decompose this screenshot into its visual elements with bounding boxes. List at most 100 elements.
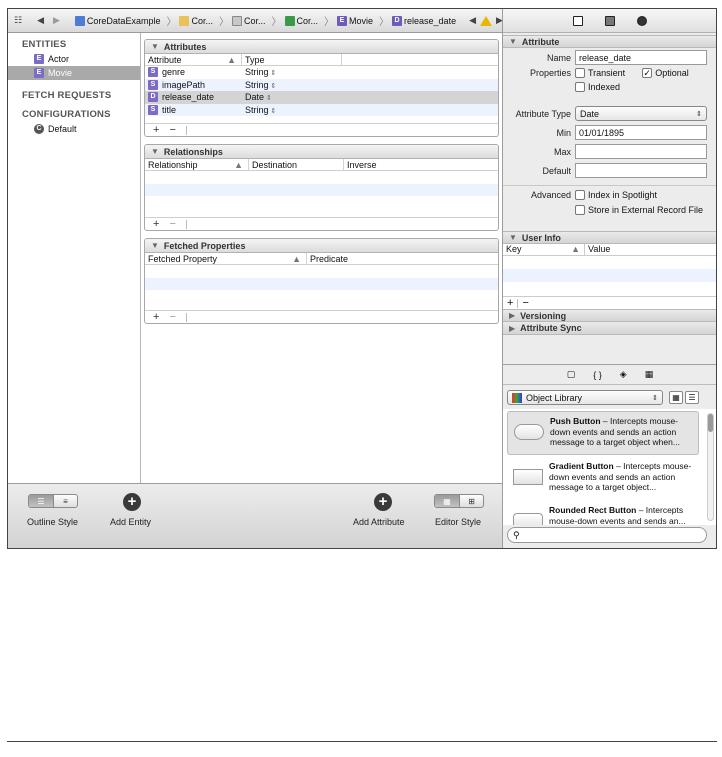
default-label: Default — [542, 165, 571, 176]
library-item-rounded-rect-button[interactable]: Rounded Rect Button – Intercepts mouse-d… — [507, 501, 699, 525]
item-title: Rounded Rect Button — [549, 505, 637, 515]
column-label: Key — [506, 244, 522, 254]
quick-help-icon[interactable] — [604, 15, 615, 26]
attribute-type[interactable]: String — [245, 80, 269, 90]
file-template-library-icon[interactable]: ▢ — [567, 369, 576, 380]
column-fetched-property[interactable]: Fetched Property ▲ — [145, 253, 307, 264]
list-view-button[interactable]: ☰ — [685, 391, 699, 404]
remove-relationship-button[interactable]: − — [169, 218, 175, 230]
library-type-popup[interactable]: Object Library ⇕ — [507, 390, 663, 405]
add-attribute-button[interactable]: + — [374, 493, 392, 511]
fetched-properties-header[interactable]: ▼ Fetched Properties — [145, 239, 498, 253]
panel-title: Fetched Properties — [163, 240, 246, 251]
disclosure-triangle-icon[interactable]: ▼ — [509, 233, 517, 242]
attribute-sync-section-header[interactable]: ▶ Attribute Sync — [503, 322, 716, 335]
add-fetched-property-button[interactable]: + — [153, 311, 159, 323]
table-row[interactable]: Sgenre String ⇕ — [145, 66, 498, 79]
library-item-push-button[interactable]: Push Button – Intercepts mouse-down even… — [507, 411, 699, 455]
table-row[interactable]: SimagePath String ⇕ — [145, 78, 498, 91]
entities-header: ENTITIES — [22, 39, 67, 50]
disclosure-triangle-icon[interactable]: ▼ — [509, 37, 517, 46]
column-inverse[interactable]: Inverse — [344, 159, 498, 170]
crumb-attribute[interactable]: Drelease_date — [392, 15, 456, 26]
data-model-inspector-icon[interactable] — [636, 15, 647, 26]
sidebar-item-actor[interactable]: E Actor — [8, 52, 140, 66]
library-search-field[interactable]: ⚲ — [507, 527, 707, 543]
remove-attribute-button[interactable]: − — [169, 124, 175, 136]
column-key[interactable]: Key ▲ — [503, 244, 585, 255]
optional-checkbox[interactable]: ✓ — [642, 68, 653, 78]
table-style-button[interactable]: ☰ — [29, 495, 53, 507]
forward-button[interactable]: ▶ — [53, 15, 60, 26]
sidebar-item-movie[interactable]: E Movie — [8, 66, 140, 80]
add-attribute-small-button[interactable]: + — [153, 124, 159, 136]
crumb-folder[interactable]: Cor... — [179, 15, 213, 26]
column-type[interactable]: Type — [242, 54, 342, 65]
column-destination[interactable]: Destination — [249, 159, 344, 170]
attribute-type[interactable]: String — [245, 67, 269, 77]
sort-ascending-icon: ▲ — [234, 159, 243, 170]
name-field[interactable]: release_date — [575, 50, 707, 65]
scrollbar-thumb[interactable] — [708, 414, 713, 432]
indexed-checkbox[interactable] — [575, 82, 585, 92]
file-inspector-icon[interactable] — [572, 15, 583, 26]
attribute-type[interactable]: Date — [245, 92, 264, 102]
transient-checkbox[interactable] — [575, 68, 585, 78]
add-entity-button[interactable]: + — [123, 493, 141, 511]
disclosure-triangle-icon[interactable]: ▼ — [151, 42, 159, 51]
column-filler — [342, 54, 498, 65]
index-spotlight-checkbox[interactable] — [575, 190, 585, 200]
crumb-entity[interactable]: E Movie — [337, 15, 373, 26]
min-field[interactable]: 01/01/1895 — [575, 125, 707, 140]
external-record-checkbox[interactable] — [575, 205, 585, 215]
add-user-info-button[interactable]: + — [507, 297, 513, 309]
previous-issue-button[interactable]: ◀ — [469, 15, 476, 26]
add-relationship-button[interactable]: + — [153, 218, 159, 230]
table-row[interactable]: Drelease_date Date ⇕ — [145, 91, 498, 104]
graph-editor-button[interactable]: ⊞ — [459, 495, 483, 507]
crumb-model[interactable]: Cor... — [284, 15, 318, 26]
column-value[interactable]: Value — [585, 244, 610, 255]
user-info-section-header[interactable]: ▼ User Info — [503, 231, 716, 244]
remove-fetched-property-button[interactable]: − — [169, 311, 175, 323]
versioning-section-header[interactable]: ▶ Versioning — [503, 309, 716, 322]
column-predicate[interactable]: Predicate — [307, 253, 498, 264]
default-field[interactable] — [575, 163, 707, 178]
max-field[interactable] — [575, 144, 707, 159]
object-library-icon[interactable]: ◈ — [620, 369, 627, 380]
icon-view-button[interactable]: ▦ — [669, 391, 683, 404]
editor-style-control: ▦ ⊞ — [434, 494, 484, 508]
back-button[interactable]: ◀ — [37, 15, 44, 26]
table-editor-button[interactable]: ▦ — [435, 495, 459, 507]
disclosure-triangle-icon[interactable]: ▼ — [151, 147, 159, 156]
crumb-project[interactable]: CoreDataExample — [74, 15, 160, 26]
attributes-header[interactable]: ▼ Attributes — [145, 40, 498, 54]
library-scrollbar[interactable] — [707, 413, 714, 521]
empty-row — [145, 290, 498, 303]
folder-icon — [179, 15, 190, 26]
column-attribute[interactable]: Attribute ▲ — [145, 54, 242, 65]
column-label: Inverse — [347, 159, 377, 170]
attribute-type-popup[interactable]: Date ⇕ — [575, 106, 707, 121]
table-row[interactable]: Stitle String ⇕ — [145, 103, 498, 116]
xcode-window: ☷ ◀ ▶ CoreDataExample 〉 Cor... 〉 Cor... … — [7, 8, 717, 549]
column-relationship[interactable]: Relationship ▲ — [145, 159, 249, 170]
relationships-header[interactable]: ▼ Relationships — [145, 145, 498, 159]
media-library-icon[interactable]: ▦ — [645, 369, 654, 380]
sidebar-item-default[interactable]: C Default — [8, 122, 140, 136]
remove-user-info-button[interactable]: − — [522, 297, 528, 309]
code-snippet-library-icon[interactable]: { } — [593, 370, 602, 380]
library-item-gradient-button[interactable]: Gradient Button – Intercepts mouse-down … — [507, 457, 699, 501]
warning-icon[interactable] — [480, 15, 492, 26]
disclosure-triangle-collapsed-icon[interactable]: ▶ — [509, 324, 515, 333]
disclosure-triangle-icon[interactable]: ▼ — [151, 241, 159, 250]
crumb-model-bundle[interactable]: Cor... — [231, 15, 266, 26]
outline-style-button[interactable]: ≡ — [53, 495, 77, 507]
add-attribute-label: Add Attribute — [353, 517, 405, 527]
attribute-type[interactable]: String — [245, 105, 269, 115]
user-info-table — [503, 256, 716, 296]
related-items-icon[interactable]: ☷ — [14, 15, 22, 26]
attribute-section-header[interactable]: ▼ Attribute — [503, 35, 716, 48]
disclosure-triangle-collapsed-icon[interactable]: ▶ — [509, 311, 515, 320]
attribute-icon: D — [392, 15, 403, 26]
